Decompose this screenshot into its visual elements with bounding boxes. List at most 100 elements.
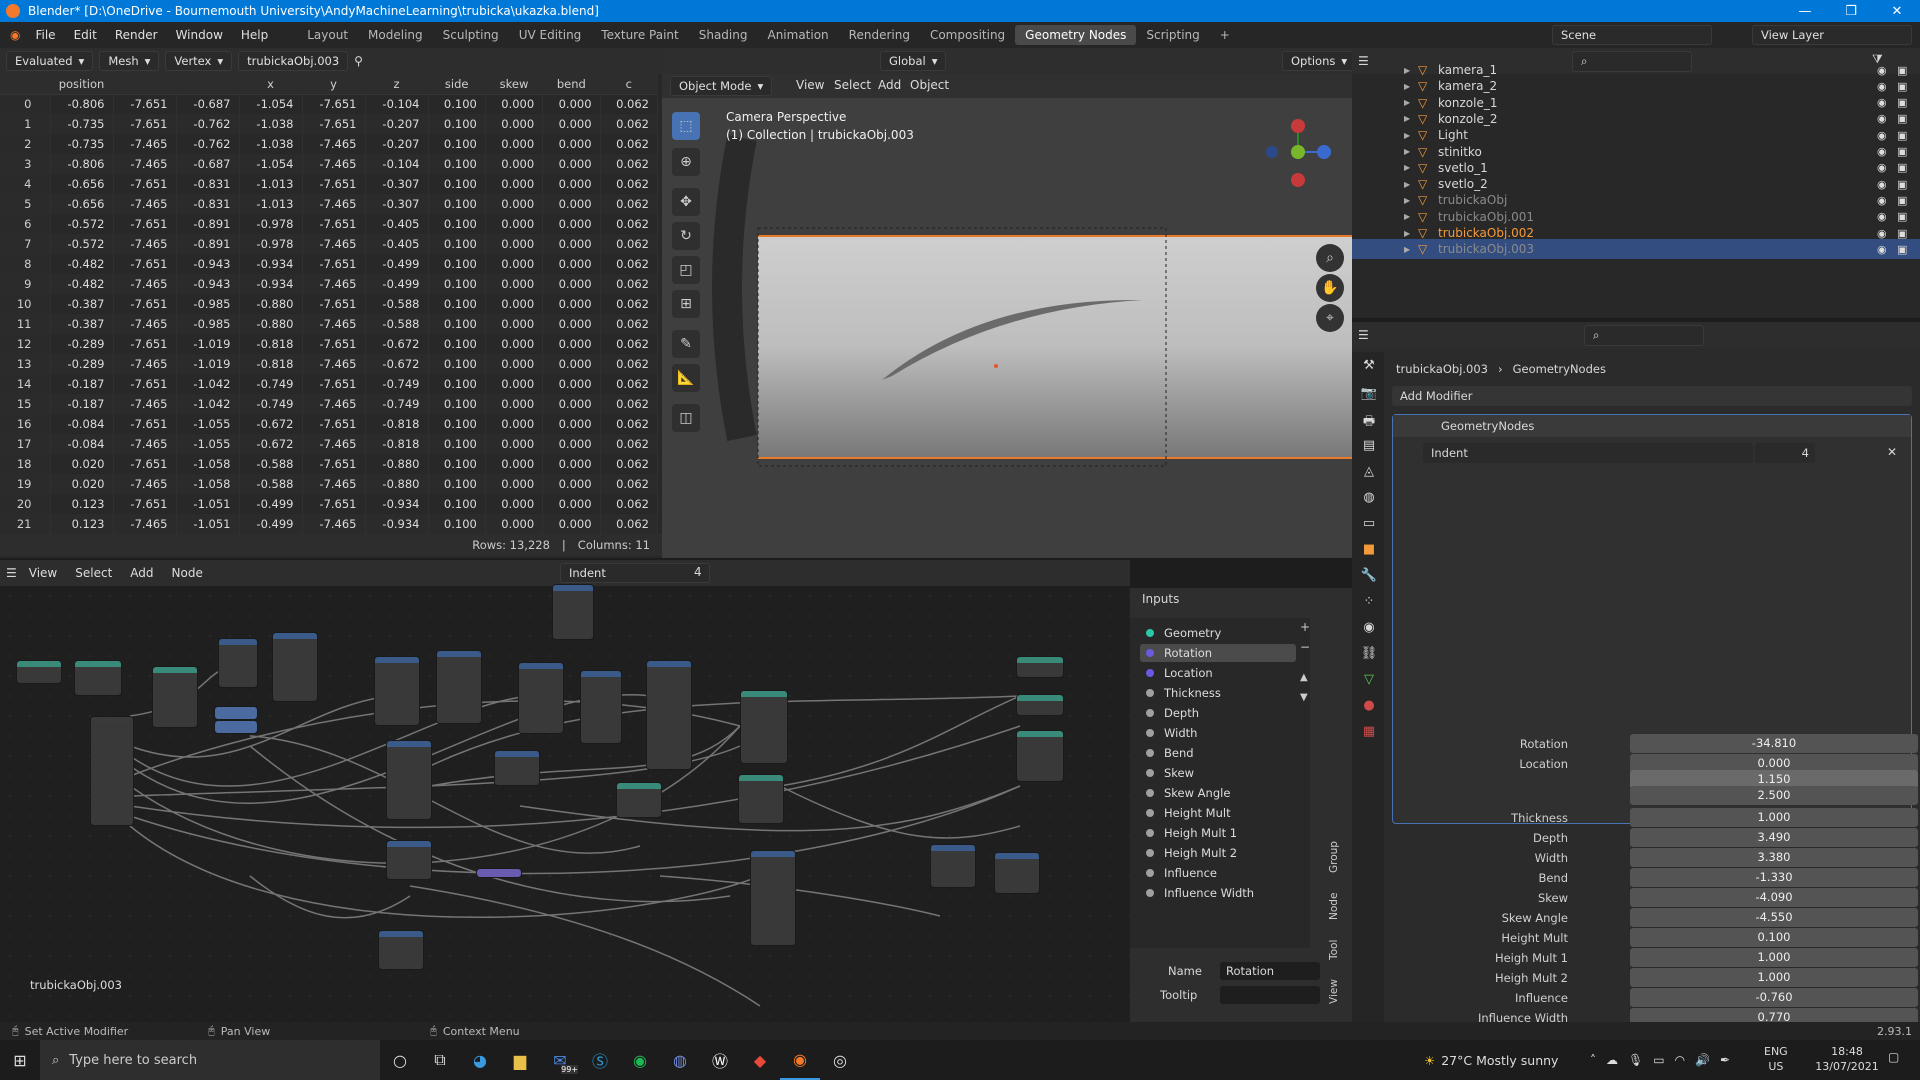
column-header[interactable]: y (302, 74, 365, 95)
node[interactable] (1016, 730, 1064, 782)
visibility-eye-icon[interactable]: ◉ (1877, 178, 1887, 191)
rotate-tool-icon[interactable]: ↻ (672, 222, 700, 250)
modifier-tab-icon[interactable]: 🔧 (1360, 568, 1378, 586)
blender-menu-icon[interactable]: ◉ (10, 28, 20, 42)
column-header[interactable]: side (428, 74, 486, 95)
node-group-selector[interactable]: Indent (560, 563, 710, 583)
render-camera-icon[interactable]: ▣ (1897, 64, 1907, 77)
visibility-eye-icon[interactable]: ◉ (1877, 64, 1887, 77)
viewport-menu-view[interactable]: View (790, 78, 830, 92)
node-group-users[interactable]: 4 (1755, 443, 1815, 463)
tool-tab-icon[interactable]: ⚒ (1360, 358, 1378, 376)
battery-icon[interactable]: ▭ (1653, 1053, 1664, 1067)
visibility-eye-icon[interactable]: ◉ (1877, 80, 1887, 93)
render-camera-icon[interactable]: ▣ (1897, 227, 1907, 240)
node[interactable] (740, 690, 788, 764)
outliner-item[interactable]: ▶ ▽ trubickaObj.003 ◉ ▣ (1352, 239, 1920, 260)
tab-view[interactable]: View (1328, 979, 1340, 1004)
constraints-tab-icon[interactable]: ⛓ (1360, 646, 1378, 664)
column-header[interactable] (113, 74, 176, 95)
node[interactable] (476, 868, 522, 878)
menu-file[interactable]: File (26, 28, 64, 42)
render-camera-icon[interactable]: ▣ (1897, 243, 1907, 256)
input-value-field[interactable]: 3.380 (1630, 848, 1918, 867)
scale-tool-icon[interactable]: ◰ (672, 256, 700, 284)
zoom-icon[interactable]: ⌕ (1316, 244, 1344, 272)
expand-icon[interactable]: ▶ (1404, 180, 1410, 189)
expand-icon[interactable]: ▶ (1404, 196, 1410, 205)
remove-input-icon[interactable]: − (1300, 640, 1310, 654)
viewport-menu-select[interactable]: Select (828, 78, 877, 92)
input-socket-item[interactable]: Influence (1140, 864, 1296, 882)
add-modifier-button[interactable]: Add Modifier (1392, 386, 1912, 406)
modifier-header[interactable]: GeometryNodes (1393, 415, 1911, 437)
edge-icon[interactable]: ◕ (460, 1040, 500, 1080)
measure-tool-icon[interactable]: 📐 (672, 364, 700, 392)
node[interactable] (214, 706, 258, 720)
transform-orientation-dropdown[interactable]: Global ▾ (880, 51, 947, 71)
node[interactable] (218, 638, 258, 688)
object-mode-dropdown[interactable]: Object Mode ▾ (670, 76, 773, 96)
onedrive-icon[interactable]: ☁ (1606, 1053, 1618, 1067)
render-camera-icon[interactable]: ▣ (1897, 96, 1907, 109)
texture-tab-icon[interactable]: ▦ (1360, 724, 1378, 742)
node[interactable] (518, 662, 564, 734)
tab-layout[interactable]: Layout (297, 25, 358, 45)
language-indicator[interactable]: ENG US (1764, 1044, 1788, 1074)
expand-icon[interactable]: ▶ (1404, 229, 1410, 238)
expand-icon[interactable]: ▶ (1404, 98, 1410, 107)
column-header[interactable]: x (239, 74, 302, 95)
column-header[interactable]: position (50, 74, 113, 95)
node[interactable] (494, 750, 540, 786)
viewport-menu-add[interactable]: Add (872, 78, 907, 92)
select-tool-icon[interactable]: ⬚ (672, 112, 700, 140)
3d-viewport[interactable]: Global ▾ Options ▾ Object Mode ▾ View Selec… (662, 48, 1352, 558)
column-header[interactable]: c (600, 74, 658, 95)
maximize-button[interactable]: ❐ (1828, 0, 1874, 22)
group-input-node[interactable] (90, 716, 134, 826)
input-socket-item[interactable]: Geometry (1140, 624, 1296, 642)
node[interactable] (1016, 694, 1064, 716)
node[interactable] (930, 844, 976, 888)
input-value-field[interactable]: -4.550 (1630, 908, 1918, 927)
cortana-icon[interactable]: ○ (380, 1040, 420, 1080)
render-camera-icon[interactable]: ▣ (1897, 178, 1907, 191)
input-value-field[interactable]: 1.000 (1630, 948, 1918, 967)
evaluation-mode-dropdown[interactable]: Evaluated ▾ (6, 51, 94, 71)
clock[interactable]: 18:48 13/07/2021 (1812, 1044, 1882, 1074)
tab-tool[interactable]: Tool (1328, 939, 1340, 959)
input-value-field[interactable]: -4.090 (1630, 888, 1918, 907)
render-camera-icon[interactable]: ▣ (1897, 112, 1907, 125)
render-camera-icon[interactable]: ▣ (1897, 145, 1907, 158)
view-layer-tab-icon[interactable]: ▤ (1360, 438, 1378, 456)
editor-type-icon[interactable]: ☰ (6, 566, 17, 580)
tab-animation[interactable]: Animation (757, 25, 838, 45)
expand-icon[interactable]: ▶ (1404, 245, 1410, 254)
node[interactable] (1016, 656, 1064, 678)
column-header[interactable]: z (365, 74, 428, 95)
visibility-eye-icon[interactable]: ◉ (1877, 96, 1887, 109)
world-tab-icon[interactable]: ◍ (1360, 490, 1378, 508)
transform-tool-icon[interactable]: ⊞ (672, 290, 700, 318)
move-tool-icon[interactable]: ✥ (672, 188, 700, 216)
input-socket-item[interactable]: Influence Width (1140, 884, 1296, 902)
node-menu-add[interactable]: Add (124, 566, 159, 580)
data-tab-icon[interactable]: ▽ (1360, 672, 1378, 690)
editor-type-icon[interactable]: ☰ (1358, 328, 1369, 342)
input-value-field[interactable]: -0.760 (1630, 988, 1918, 1007)
node[interactable] (750, 850, 796, 946)
tab-texture-paint[interactable]: Texture Paint (591, 25, 688, 45)
column-header[interactable]: skew (485, 74, 543, 95)
cursor-tool-icon[interactable]: ⊕ (672, 148, 700, 176)
visibility-eye-icon[interactable]: ◉ (1877, 112, 1887, 125)
input-socket-item[interactable]: Thickness (1140, 684, 1296, 702)
column-header[interactable]: bend (542, 74, 601, 95)
move-up-icon[interactable]: ▲ (1300, 672, 1308, 683)
expand-icon[interactable]: ▶ (1404, 212, 1410, 221)
node[interactable] (16, 660, 62, 684)
input-socket-item[interactable]: Height Mult (1140, 804, 1296, 822)
name-field[interactable]: Rotation (1220, 962, 1320, 980)
add-cube-tool-icon[interactable]: ◫ (672, 404, 700, 432)
node-group-field[interactable]: Indent (1423, 443, 1753, 463)
inputs-panel-title[interactable]: Inputs (1142, 592, 1179, 606)
